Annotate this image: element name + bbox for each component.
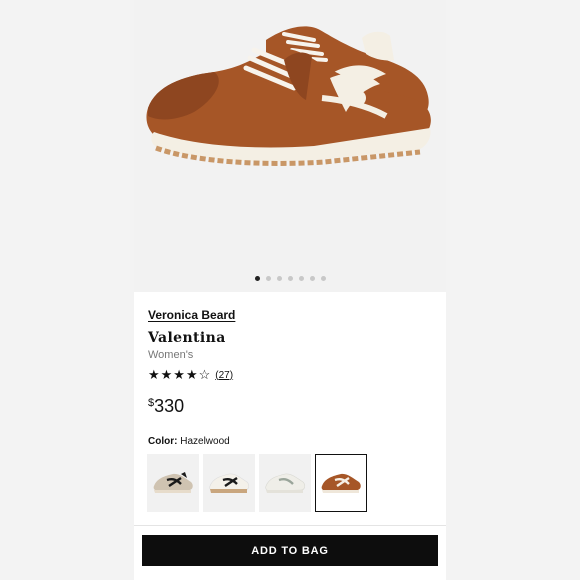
review-count-link[interactable]: (27) (215, 370, 233, 381)
price: $330 (148, 396, 184, 417)
carousel-dot[interactable] (298, 276, 304, 281)
product-info: Veronica Beard Valentina Women's ★★★★☆ (… (148, 306, 438, 383)
add-to-bag-button[interactable]: ADD TO BAG (142, 535, 438, 566)
product-gender: Women's (148, 349, 194, 361)
price-currency: $ (148, 397, 155, 409)
carousel-dot[interactable] (309, 276, 315, 281)
carousel-dot[interactable] (276, 276, 282, 281)
swatch-taupe-black[interactable] (147, 454, 199, 512)
color-label: Color: Hazelwood (148, 436, 230, 447)
shoe-thumbnail-icon (209, 473, 250, 493)
price-value: 330 (154, 396, 185, 416)
product-page: Veronica Beard Valentina Women's ★★★★☆ (… (134, 0, 446, 580)
shoe-thumbnail-icon (265, 473, 306, 493)
color-label-prefix: Color: (148, 436, 178, 447)
rating-row[interactable]: ★★★★☆ (27) (148, 367, 438, 383)
carousel-dot[interactable] (254, 276, 260, 281)
carousel-dots (134, 276, 446, 284)
product-image (146, 26, 431, 166)
carousel-dot[interactable] (287, 276, 293, 281)
brand-link[interactable]: Veronica Beard (148, 308, 235, 322)
shoe-thumbnail-icon (321, 473, 361, 493)
swatch-hazelwood[interactable] (315, 454, 367, 512)
product-name: Valentina (148, 330, 226, 346)
carousel-dot[interactable] (320, 276, 326, 281)
color-selected-name: Hazelwood (180, 436, 230, 447)
shoe-thumbnail-icon (153, 472, 193, 493)
divider (134, 525, 446, 526)
star-rating-icon: ★★★★☆ (148, 367, 212, 382)
swatch-white-black-tan[interactable] (203, 454, 255, 512)
carousel-dot[interactable] (265, 276, 271, 281)
swatch-white-sage[interactable] (259, 454, 311, 512)
color-swatches (147, 454, 367, 512)
product-image-gallery[interactable] (134, 0, 446, 292)
